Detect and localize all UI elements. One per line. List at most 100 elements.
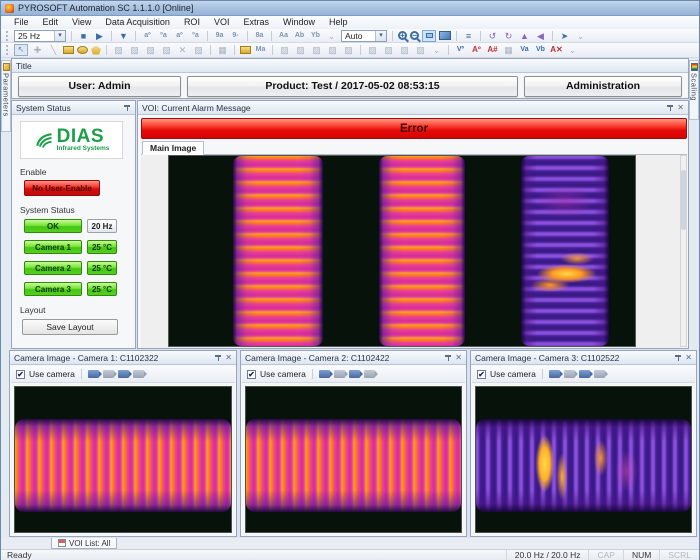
zoom-in-icon[interactable]: +: [398, 31, 407, 40]
alarm-reset-icon[interactable]: Ab: [293, 30, 306, 42]
voi-tool-icon[interactable]: ▨: [326, 44, 339, 56]
roi-tool-icon[interactable]: ▨: [112, 44, 125, 56]
camera3-thermal-image[interactable]: [475, 386, 692, 533]
user-button[interactable]: User: Admin: [18, 76, 181, 97]
vertical-scrollbar[interactable]: [680, 155, 687, 347]
start-acquisition-icon[interactable]: ▶: [93, 30, 106, 42]
pin-icon[interactable]: [214, 353, 222, 362]
camera-settings-icon[interactable]: [349, 370, 360, 378]
menu-voi[interactable]: VOI: [207, 16, 237, 29]
camera-connect-icon[interactable]: [549, 370, 560, 378]
alarm-table-icon[interactable]: ▦: [502, 44, 515, 56]
title-panel-header[interactable]: Title: [12, 59, 688, 73]
snapshot-stop-icon[interactable]: 9-: [229, 30, 242, 42]
voi-tool-icon[interactable]: ▨: [310, 44, 323, 56]
administration-button[interactable]: Administration: [524, 76, 682, 97]
toolbar-grip[interactable]: [6, 31, 9, 41]
draw-polygon-icon[interactable]: [91, 46, 101, 55]
draw-ellipse-icon[interactable]: [77, 46, 88, 54]
voi-assign-a-icon[interactable]: Va: [518, 44, 531, 56]
camera2-panel-header[interactable]: Camera Image - Camera 2: C1102422 ✕: [241, 351, 466, 365]
voi-group-icon[interactable]: ▨: [414, 44, 427, 56]
voi-group-icon[interactable]: ▨: [366, 44, 379, 56]
camera-disconnect-icon[interactable]: [334, 370, 345, 378]
voi-tool-icon[interactable]: ▨: [294, 44, 307, 56]
toolbar-overflow-icon[interactable]: ⌄: [325, 30, 338, 42]
toolbar-overflow-icon[interactable]: ⌄: [566, 44, 579, 56]
camera-settings-icon[interactable]: [118, 370, 129, 378]
camera2-status-button[interactable]: Camera 2: [24, 261, 82, 275]
camera3-temp-button[interactable]: 25 °C: [87, 282, 117, 296]
scaling-side-tab[interactable]: Scaling: [689, 60, 699, 120]
roi-save-icon[interactable]: [240, 46, 251, 54]
close-icon[interactable]: ✕: [455, 353, 462, 362]
rotate-left-icon[interactable]: ↺: [486, 30, 499, 42]
alarm-count-icon[interactable]: A#: [486, 44, 499, 56]
frequency-combo[interactable]: 25 Hz ▾: [14, 30, 66, 42]
save-layout-button[interactable]: Save Layout: [22, 319, 118, 335]
use-camera-checkbox[interactable]: ✔: [16, 370, 25, 379]
camera-settings-icon[interactable]: [579, 370, 590, 378]
camera1-temp-button[interactable]: 25 °C: [87, 240, 117, 254]
voi-tool-icon[interactable]: ▨: [342, 44, 355, 56]
flip-horizontal-icon[interactable]: ◀: [534, 30, 547, 42]
camera-start-all-icon[interactable]: aº: [173, 30, 186, 42]
camera-info-icon[interactable]: [133, 370, 144, 378]
toolbar-grip[interactable]: [6, 45, 9, 55]
palette-icon[interactable]: ≡: [462, 30, 475, 42]
camera1-status-button[interactable]: Camera 1: [24, 240, 82, 254]
menu-extras[interactable]: Extras: [236, 16, 276, 29]
camera3-panel-header[interactable]: Camera Image - Camera 3: C1102522 ✕: [471, 351, 696, 365]
ok-status-button[interactable]: OK: [24, 219, 82, 233]
camera-stop-all-icon[interactable]: ºa: [189, 30, 202, 42]
fit-to-window-icon[interactable]: [422, 30, 436, 42]
alarm-delete-icon[interactable]: A✕: [550, 44, 563, 56]
alarm-test-icon[interactable]: Yb: [309, 30, 322, 42]
stop-acquisition-icon[interactable]: ■: [77, 30, 90, 42]
menu-view[interactable]: View: [65, 16, 98, 29]
menu-file[interactable]: File: [7, 16, 36, 29]
camera-start-icon[interactable]: aº: [141, 30, 154, 42]
toolbar-overflow-icon[interactable]: ⌄: [574, 30, 587, 42]
user-enable-button[interactable]: No User-Enable: [24, 180, 100, 196]
select-tool-icon[interactable]: ↖: [14, 44, 28, 56]
camera-disconnect-icon[interactable]: [564, 370, 575, 378]
voi-group-icon[interactable]: ▨: [382, 44, 395, 56]
flip-vertical-icon[interactable]: ▲: [518, 30, 531, 42]
camera2-temp-button[interactable]: 25 °C: [87, 261, 117, 275]
voi-check-icon[interactable]: Vº: [454, 44, 467, 56]
pointer-icon[interactable]: ➤: [558, 30, 571, 42]
snapshot-icon[interactable]: 9a: [213, 30, 226, 42]
roi-tool-icon[interactable]: ▨: [144, 44, 157, 56]
close-icon[interactable]: ✕: [677, 103, 684, 112]
pin-icon[interactable]: [666, 103, 674, 112]
draw-rectangle-icon[interactable]: [63, 46, 74, 54]
roi-load-icon[interactable]: Ma: [254, 44, 267, 56]
camera3-status-button[interactable]: Camera 3: [24, 282, 82, 296]
menu-data-acquisition[interactable]: Data Acquisition: [98, 16, 177, 29]
rate-status-button[interactable]: 20 Hz: [87, 219, 117, 233]
camera-info-icon[interactable]: [594, 370, 605, 378]
product-button[interactable]: Product: Test / 2017-05-02 08:53:15: [187, 76, 518, 97]
rotate-right-icon[interactable]: ↻: [502, 30, 515, 42]
alarm-temp-icon[interactable]: Aº: [470, 44, 483, 56]
camera-connect-icon[interactable]: [88, 370, 99, 378]
camera1-panel-header[interactable]: Camera Image - Camera 1: C1102322 ✕: [10, 351, 236, 365]
roi-grid-icon[interactable]: ▦: [216, 44, 229, 56]
roi-tool-icon[interactable]: ▨: [128, 44, 141, 56]
camera-info-icon[interactable]: [364, 370, 375, 378]
menu-edit[interactable]: Edit: [36, 16, 66, 29]
roi-tool-icon[interactable]: ▨: [160, 44, 173, 56]
roi-tool-icon[interactable]: ▨: [192, 44, 205, 56]
image-view-icon[interactable]: [439, 31, 451, 40]
system-status-header[interactable]: System Status: [12, 101, 135, 115]
zoom-out-icon[interactable]: −: [410, 31, 419, 40]
close-icon[interactable]: ✕: [225, 353, 232, 362]
camera2-thermal-image[interactable]: [245, 386, 462, 533]
alarm-ack-icon[interactable]: Aa: [277, 30, 290, 42]
filter-icon[interactable]: ▼: [117, 30, 130, 42]
tab-voi-list[interactable]: VOI List: All: [51, 538, 117, 549]
pin-icon[interactable]: [674, 353, 682, 362]
camera-stop-icon[interactable]: ºa: [157, 30, 170, 42]
scale-mode-combo[interactable]: Auto ▾: [341, 30, 387, 42]
